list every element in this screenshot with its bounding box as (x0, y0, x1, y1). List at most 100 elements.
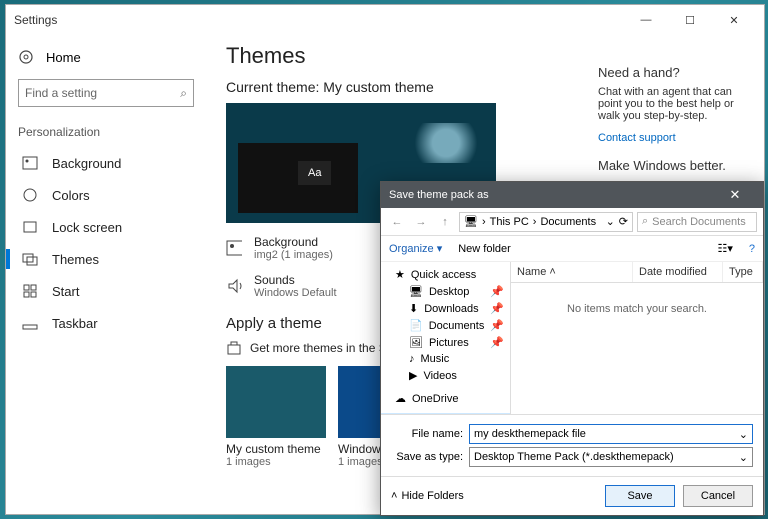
search-icon: ⌕ (642, 215, 648, 228)
dialog-footer: ˄Hide Folders Save Cancel (381, 476, 763, 515)
help-icon[interactable]: ? (749, 243, 755, 255)
palette-icon (22, 187, 38, 203)
sounds-label: Sounds (254, 273, 337, 287)
chevron-down-icon[interactable]: ⌄ (739, 451, 748, 464)
pin-icon: 📌 (490, 319, 504, 332)
mini-start-preview: Aa (238, 143, 358, 213)
theme-name: My custom theme (226, 442, 326, 456)
tree-downloads[interactable]: ⬇Downloads📌 (381, 300, 510, 317)
contact-support-link[interactable]: Contact support (598, 132, 750, 144)
image-icon (22, 155, 38, 171)
speaker-icon (226, 278, 242, 294)
section-label: Personalization (18, 125, 194, 139)
chevron-up-icon: ˄ (391, 490, 397, 502)
lock-icon (22, 219, 38, 235)
col-type[interactable]: Type (723, 262, 763, 282)
new-folder-button[interactable]: New folder (458, 243, 511, 255)
col-date[interactable]: Date modified (633, 262, 723, 282)
sidebar-item-label: Themes (52, 252, 99, 267)
sidebar: Home Find a setting ⌕ Personalization Ba… (6, 35, 206, 514)
page-title: Themes (226, 43, 564, 69)
col-name[interactable]: Name ˄ (511, 262, 633, 282)
close-button[interactable]: ✕ (712, 5, 756, 35)
tree-onedrive[interactable]: ☁OneDrive (381, 390, 510, 407)
sidebar-item-start[interactable]: Start (18, 275, 194, 307)
cloud-icon: ☁ (395, 392, 406, 405)
refresh-icon[interactable]: ⟳ (619, 215, 628, 228)
dialog-titlebar: Save theme pack as ✕ (381, 182, 763, 208)
dialog-search[interactable]: ⌕ Search Documents (637, 212, 757, 232)
feedback-heading: Make Windows better. (598, 158, 750, 173)
sidebar-item-label: Colors (52, 188, 90, 203)
theme-thumbnail (226, 366, 326, 438)
help-heading: Need a hand? (598, 65, 750, 80)
view-options-button[interactable]: ☷▾ (717, 242, 732, 255)
store-icon (226, 340, 242, 356)
filename-input[interactable]: my deskthemepack file⌄ (469, 424, 753, 444)
cancel-button[interactable]: Cancel (683, 485, 753, 507)
maximize-button[interactable]: ☐ (668, 5, 712, 35)
sidebar-item-background[interactable]: Background (18, 147, 194, 179)
folder-icon: 📄 (409, 319, 423, 332)
folder-icon: ♪ (409, 353, 415, 365)
search-input[interactable]: Find a setting ⌕ (18, 79, 194, 107)
current-theme-label: Current theme: My custom theme (226, 79, 564, 95)
sidebar-item-lockscreen[interactable]: Lock screen (18, 211, 194, 243)
tree-videos[interactable]: ▶Videos (381, 367, 510, 384)
search-placeholder: Search Documents (652, 216, 746, 228)
home-link[interactable]: Home (18, 43, 194, 71)
save-button[interactable]: Save (605, 485, 675, 507)
theme-count: 1 images (226, 456, 326, 468)
hide-folders-button[interactable]: ˄Hide Folders (391, 490, 464, 502)
savetype-select[interactable]: Desktop Theme Pack (*.deskthemepack)⌄ (469, 447, 753, 467)
dialog-toolbar: Organize ▾ New folder ☷▾ ? (381, 236, 763, 262)
empty-message: No items match your search. (511, 283, 763, 414)
folder-tree[interactable]: ★Quick access 🖥Desktop📌 ⬇Downloads📌 📄Doc… (381, 262, 511, 414)
search-placeholder: Find a setting (25, 86, 180, 100)
sidebar-item-label: Background (52, 156, 121, 171)
savetype-label: Save as type: (391, 451, 463, 463)
dialog-nav: ← → ↑ 🖥 › This PC › Documents ⌄ ⟳ ⌕ Sear… (381, 208, 763, 236)
sidebar-item-label: Start (52, 284, 79, 299)
tree-quick-access[interactable]: ★Quick access (381, 266, 510, 283)
star-icon: ★ (395, 268, 405, 281)
folder-icon: ▶ (409, 369, 417, 382)
background-value: img2 (1 images) (254, 249, 333, 261)
theme-tile-custom[interactable]: My custom theme 1 images (226, 366, 326, 468)
chevron-down-icon[interactable]: ⌄ (606, 215, 615, 228)
crumb-documents[interactable]: Documents (540, 216, 596, 228)
tree-pictures[interactable]: 🖼Pictures📌 (381, 334, 510, 351)
up-button[interactable]: ↑ (435, 216, 455, 228)
folder-icon: 🖥 (409, 285, 423, 298)
sidebar-item-colors[interactable]: Colors (18, 179, 194, 211)
tree-documents[interactable]: 📄Documents📌 (381, 317, 510, 334)
tree-desktop[interactable]: 🖥Desktop📌 (381, 283, 510, 300)
search-icon: ⌕ (180, 86, 187, 101)
sidebar-item-label: Taskbar (52, 316, 98, 331)
sort-icon: ˄ (549, 266, 555, 278)
image-icon (226, 240, 242, 256)
pc-icon: 🖥 (464, 215, 478, 228)
filename-label: File name: (391, 428, 463, 440)
chevron-down-icon[interactable]: ⌄ (739, 428, 748, 441)
sidebar-item-taskbar[interactable]: Taskbar (18, 307, 194, 339)
tree-music[interactable]: ♪Music (381, 351, 510, 367)
minimize-button[interactable]: — (624, 5, 668, 35)
breadcrumb[interactable]: 🖥 › This PC › Documents ⌄ ⟳ (459, 212, 633, 232)
gear-icon (18, 49, 34, 65)
crumb-thispc[interactable]: This PC (490, 216, 529, 228)
start-icon (22, 283, 38, 299)
back-button[interactable]: ← (387, 216, 407, 228)
dialog-close-button[interactable]: ✕ (715, 182, 755, 208)
titlebar: Settings — ☐ ✕ (6, 5, 764, 35)
forward-button[interactable]: → (411, 216, 431, 228)
text-sample: Aa (298, 161, 331, 185)
dialog-fields: File name: my deskthemepack file⌄ Save a… (381, 414, 763, 476)
sounds-value: Windows Default (254, 287, 337, 299)
list-header: Name ˄ Date modified Type (511, 262, 763, 283)
background-label: Background (254, 235, 333, 249)
window-title: Settings (14, 13, 57, 27)
organize-menu[interactable]: Organize ▾ (389, 242, 442, 255)
sidebar-item-themes[interactable]: Themes (18, 243, 194, 275)
folder-icon: 🖼 (409, 336, 423, 349)
